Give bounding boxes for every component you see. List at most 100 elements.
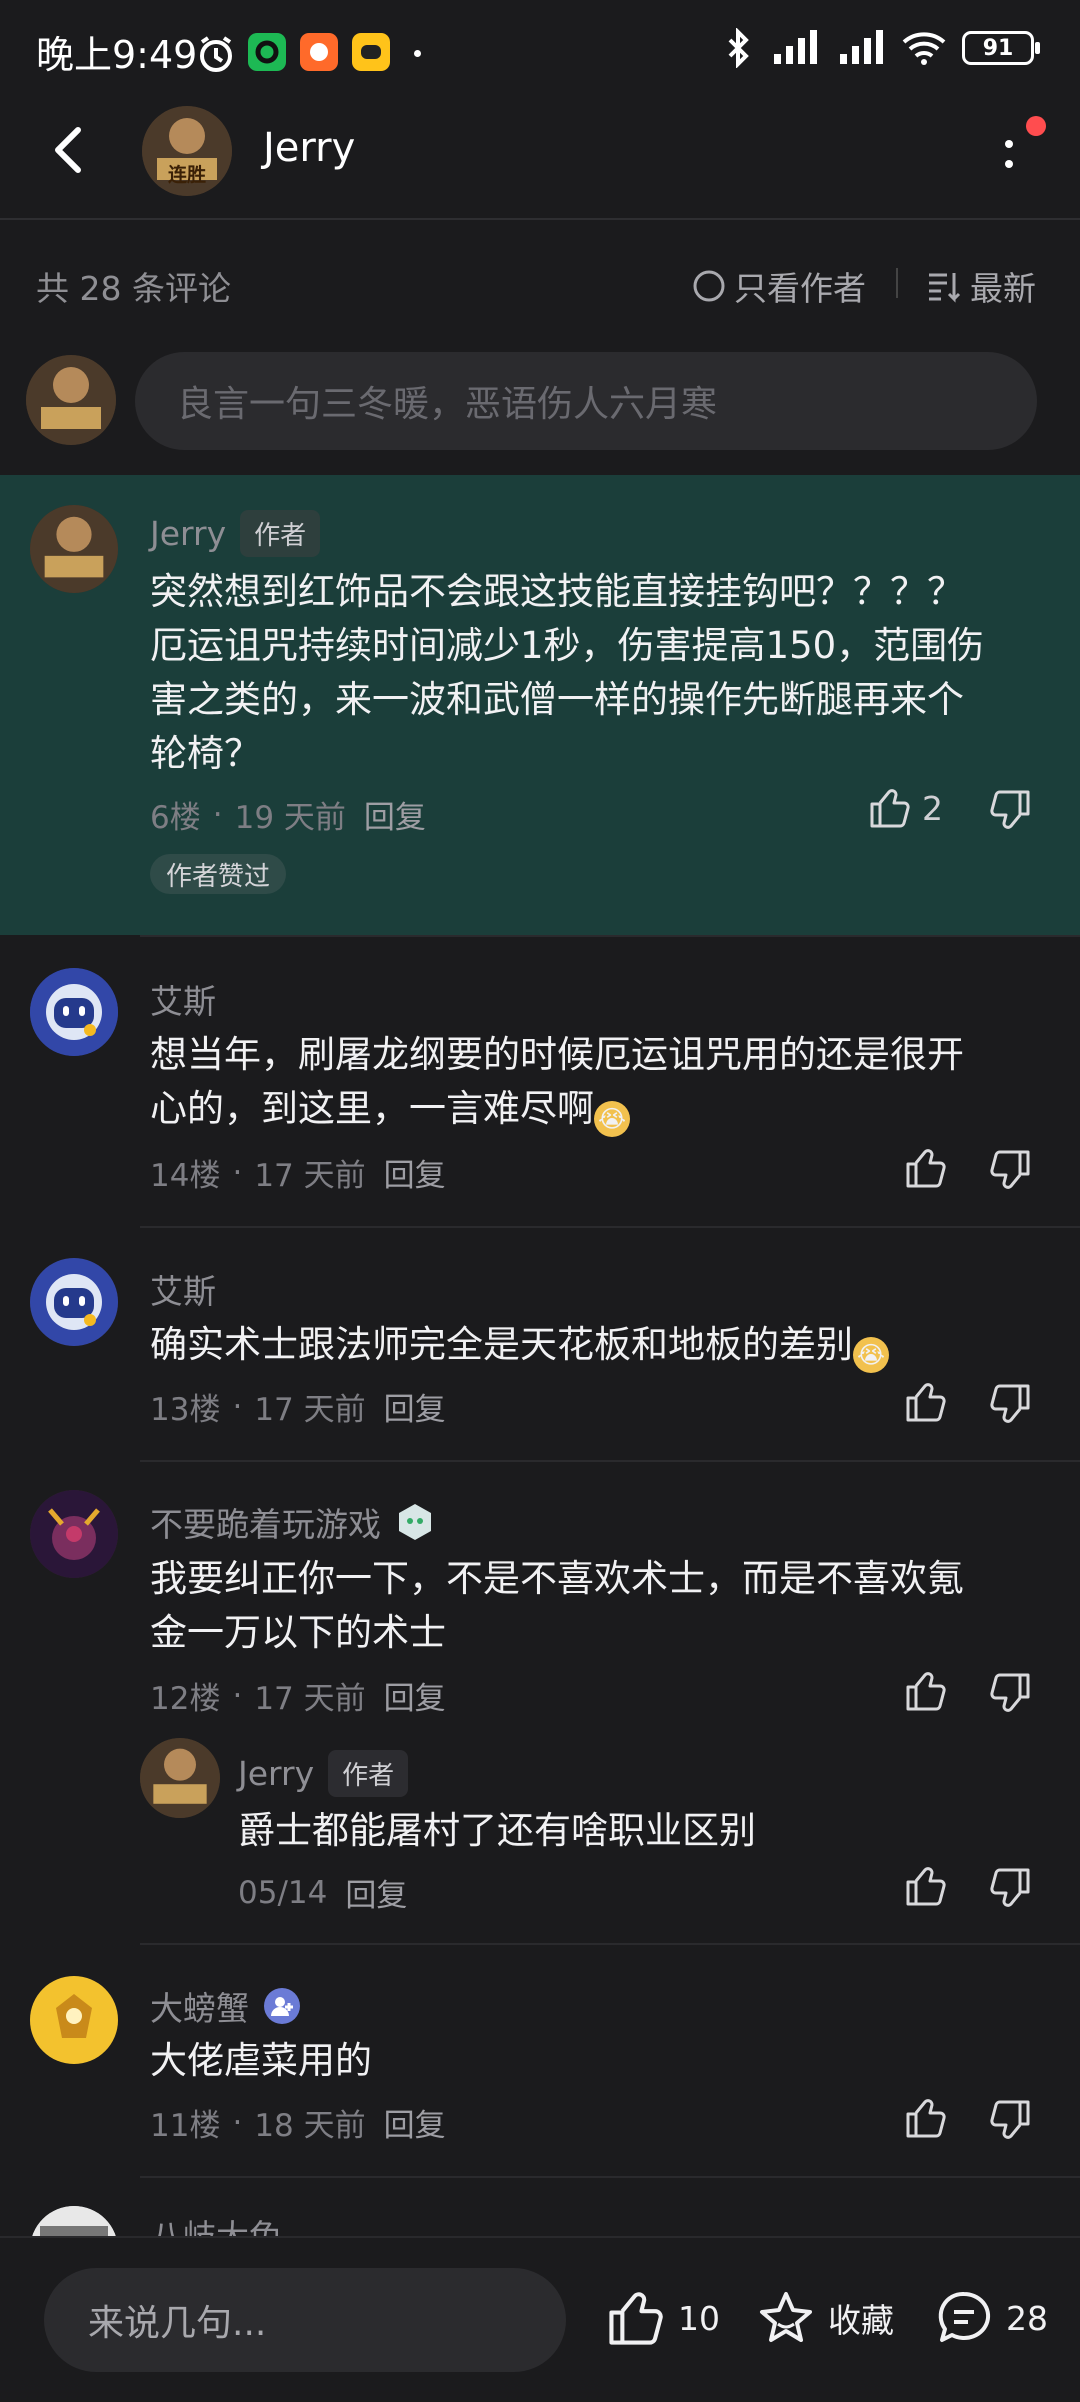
thumbs-up-icon[interactable] (904, 1146, 948, 1190)
wifi-icon (900, 28, 948, 68)
meta-dot: · (212, 796, 223, 833)
thumbs-down-icon[interactable] (988, 1382, 1032, 1426)
commenter-avatar[interactable] (30, 505, 118, 593)
author-only-toggle[interactable]: 只看作者 (692, 262, 866, 310)
comment-author[interactable]: 艾斯 (150, 1265, 216, 1313)
back-button[interactable] (44, 122, 94, 178)
thumbs-up-icon[interactable] (904, 1380, 948, 1424)
signal-icon (834, 28, 886, 68)
signal-icon (768, 28, 820, 68)
comment-line: 轮椅？ (150, 732, 261, 775)
comments-button[interactable]: 28 (934, 2288, 1048, 2348)
comment-line: 害之类的，来一波和武僧一样的操作先断腿再来个 (150, 678, 964, 721)
author-tag: 作者 (328, 1750, 409, 1797)
comment-line: 我要纠正你一下，不是不喜欢术士，而是不喜欢氪 (150, 1557, 964, 1600)
comment-text: 突然想到红饰品不会跟这技能直接挂钩吧？？？？ 厄运诅咒持续时间减少1秒，伤害提高… (150, 565, 1050, 781)
comment-text: 确实术士跟法师完全是天花板和地板的差别 😭 (150, 1318, 1050, 1373)
thumbs-down-icon[interactable] (988, 1866, 1032, 1910)
post-like-button[interactable]: 10 (606, 2288, 720, 2348)
avatar-badge-line1: 连胜 (167, 164, 206, 186)
reply-avatar[interactable] (140, 1738, 220, 1818)
author-name: 艾斯 (150, 1272, 216, 1311)
app-notification-icon (300, 33, 338, 71)
author-tag: 作者 (240, 510, 321, 557)
comment-meta: 13楼 · 17 天前 回复 (150, 1384, 446, 1429)
comment-time: 17 天前 (254, 1681, 366, 1717)
meta-dot: · (232, 2104, 243, 2141)
bottom-comment-input[interactable]: 来说几句... (44, 2268, 566, 2372)
notification-dot (1026, 116, 1046, 136)
thumbs-down-icon[interactable] (988, 1148, 1032, 1192)
floor-number: 11楼 (150, 2108, 221, 2144)
comment-time: 18 天前 (254, 2108, 366, 2144)
filter-divider (896, 268, 898, 298)
comment-time: 19 天前 (234, 800, 346, 836)
reply-button[interactable]: 回复 (384, 2100, 446, 2145)
floor-number: 13楼 (150, 1392, 221, 1428)
floor-number: 12楼 (150, 1681, 221, 1717)
comment-total: 28 (1006, 2298, 1048, 2338)
sort-button[interactable]: 最新 (926, 262, 1036, 310)
comment-meta: 12楼 · 17 天前 回复 (150, 1673, 446, 1718)
thumbs-up-icon[interactable] (904, 2096, 948, 2140)
star-icon (756, 2288, 816, 2348)
like-button[interactable]: 2 (868, 786, 943, 830)
bottom-input-placeholder: 来说几句... (88, 2303, 267, 2344)
thumbs-down-icon[interactable] (988, 1671, 1032, 1715)
my-avatar (26, 355, 116, 445)
comment-author[interactable]: 艾斯 (150, 975, 216, 1023)
comment-divider (140, 2176, 1080, 2178)
crying-emoji-icon: 😭 (594, 1101, 630, 1137)
post-like-count: 10 (678, 2298, 720, 2338)
author-name: 艾斯 (150, 982, 216, 1021)
app-notification-icon (352, 33, 390, 71)
thumbs-down-icon[interactable] (988, 788, 1032, 832)
comment-text: 我要纠正你一下，不是不喜欢术士，而是不喜欢氪 金一万以下的术士 (150, 1552, 1050, 1660)
avatar-badge-text: 连胜 (150, 160, 224, 187)
thumbs-up-icon[interactable] (904, 1864, 948, 1908)
comment-line: 大佬虐菜用的 (150, 2039, 372, 2082)
alarm-icon (196, 34, 236, 74)
thumbs-up-icon (606, 2288, 666, 2348)
author-name: Jerry (238, 1754, 315, 1793)
header-divider (0, 218, 1080, 220)
comment-line: 心的，到这里，一言难尽啊 (150, 1087, 594, 1130)
comment-input[interactable]: 良言一句三冬暖，恶语伤人六月寒 (135, 352, 1037, 450)
author-name: 大螃蟹 (150, 1989, 249, 2028)
floor-number: 6楼 (150, 800, 201, 836)
comment-divider (140, 1226, 1080, 1228)
thumbs-down-icon[interactable] (988, 2098, 1032, 2142)
reply-button[interactable]: 回复 (384, 1150, 446, 1195)
more-menu-button[interactable] (994, 130, 1024, 180)
status-time: 晚上9:49 (36, 33, 198, 77)
reply-button[interactable]: 回复 (364, 792, 426, 837)
reply-author[interactable]: Jerry 作者 (238, 1750, 409, 1797)
reply-button[interactable]: 回复 (384, 1673, 446, 1718)
page-title: Jerry (263, 125, 356, 171)
comment-line: 确实术士跟法师完全是天花板和地板的差别 (150, 1323, 853, 1366)
floor-number: 14楼 (150, 1158, 221, 1194)
reply-button[interactable]: 回复 (384, 1384, 446, 1429)
thumbs-up-icon[interactable] (904, 1669, 948, 1713)
comment-line: 金一万以下的术士 (150, 1611, 446, 1654)
comment-author[interactable]: 大螃蟹 (150, 1982, 301, 2030)
thumbs-up-icon (868, 786, 912, 830)
comment-line: 突然想到红饰品不会跟这技能直接挂钩吧？？？？ (150, 570, 964, 613)
author-only-label: 只看作者 (734, 269, 866, 308)
commenter-avatar[interactable] (30, 1490, 118, 1578)
favorite-button[interactable]: 收藏 (756, 2288, 894, 2348)
comment-author[interactable]: Jerry 作者 (150, 510, 321, 557)
commenter-avatar[interactable] (30, 1258, 118, 1346)
meta-dot: · (232, 1154, 243, 1191)
app-notification-icon (248, 33, 286, 71)
comment-time: 17 天前 (254, 1392, 366, 1428)
commenter-avatar[interactable] (30, 968, 118, 1056)
comment-meta: 11楼 · 18 天前 回复 (150, 2100, 446, 2145)
commenter-avatar[interactable] (30, 1976, 118, 2064)
favorite-label: 收藏 (828, 2301, 894, 2340)
comment-author[interactable]: 不要跪着玩游戏 (150, 1498, 435, 1546)
author-name: 不要跪着玩游戏 (150, 1505, 381, 1544)
comment-text: 大佬虐菜用的 (150, 2034, 1050, 2088)
reply-button[interactable]: 回复 (345, 1870, 407, 1915)
meta-dot: · (232, 1388, 243, 1425)
